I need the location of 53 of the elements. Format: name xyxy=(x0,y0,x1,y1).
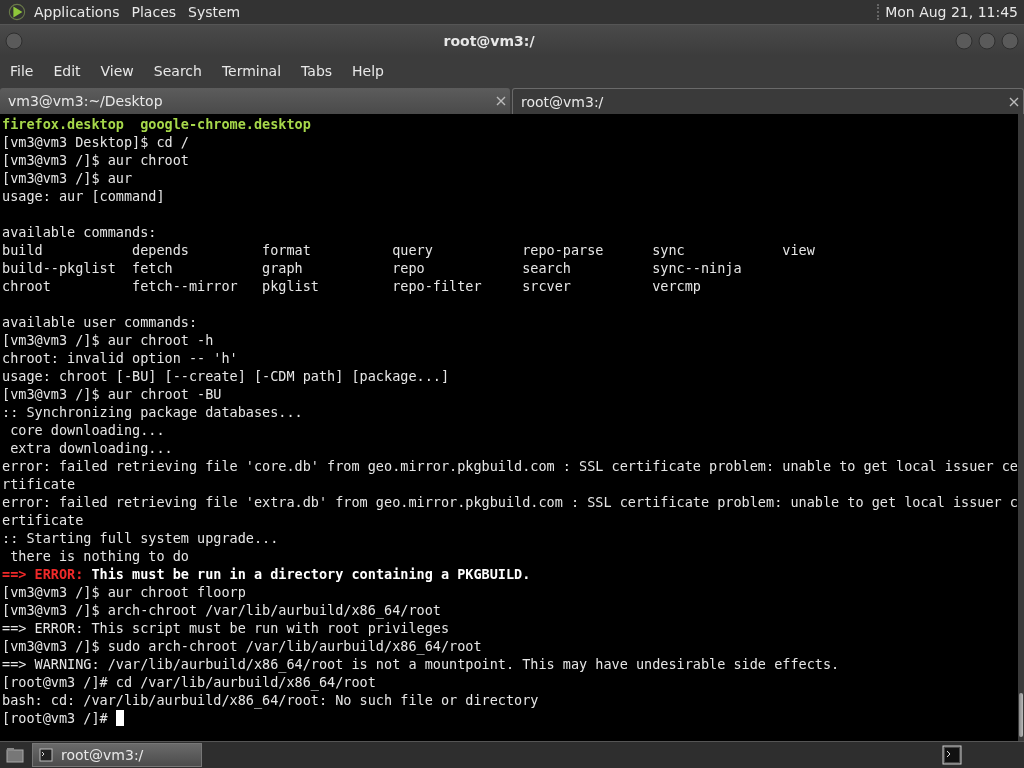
terminal-text: [vm3@vm3 /]$ aur chroot xyxy=(2,151,189,169)
menu-item[interactable]: Search xyxy=(153,63,202,79)
play-logo-icon[interactable] xyxy=(8,3,26,21)
terminal-text: :: Starting full system upgrade... xyxy=(2,529,279,547)
terminal-text: core downloading... xyxy=(9,421,165,439)
panel-menu[interactable]: Applications xyxy=(34,4,120,20)
show-desktop-icon[interactable] xyxy=(4,745,26,765)
tab[interactable]: root@vm3:/ xyxy=(512,88,1024,114)
terminal-text: firefox.desktop google-chrome.desktop xyxy=(2,115,311,133)
terminal-text: there is nothing to do xyxy=(9,547,189,565)
terminal-text: bash: cd: /var/lib/aurbuild/x86_64/root: No such file or directory xyxy=(2,691,539,709)
terminal-text: extra downloading... xyxy=(9,439,173,457)
panel-menu[interactable]: System xyxy=(188,4,241,20)
window-title: root@vm3:/ xyxy=(442,32,536,49)
menu-item[interactable]: File xyxy=(10,63,34,79)
terminal-text: ==> WARNING: /var/lib/aurbuild/x86_64/root is not a mountpoint. This may have undesirable side effects. xyxy=(2,655,840,673)
clock[interactable]: Mon Aug 21, 11:45 xyxy=(877,4,1018,20)
terminal-icon[interactable] xyxy=(942,745,962,765)
terminal-text: [root@vm3 /]# cd /var/lib/aurbuild/x86_64/root xyxy=(2,673,376,691)
menu-item[interactable]: Tabs xyxy=(301,63,333,79)
tab[interactable]: vm3@vm3:~/Desktop xyxy=(0,88,510,114)
terminal-text: [root@vm3 /]# xyxy=(2,709,109,727)
panel-menu[interactable]: Places xyxy=(131,4,177,20)
terminal-text: [vm3@vm3 /]$ aur chroot floorp xyxy=(2,583,246,601)
menu-item[interactable]: Edit xyxy=(53,63,81,79)
terminal-text: [vm3@vm3 /]$ aur chroot -BU xyxy=(2,385,222,403)
menu-item[interactable]: View xyxy=(100,63,134,79)
terminal-text: rtificate xyxy=(2,475,76,493)
terminal-text: error: failed retrieving file 'core.db' from geo.mirror.pkgbuild.com : SSL certificate problem: unable to get local issuer ce xyxy=(2,457,1018,475)
terminal-text: available commands: xyxy=(2,223,157,241)
terminal-text: ==> ERROR: xyxy=(2,565,84,583)
terminal-text: [vm3@vm3 /]$ aur xyxy=(2,169,133,187)
terminal-text: [vm3@vm3 /]$ sudo arch-chroot /var/lib/aurbuild/x86_64/root xyxy=(2,637,482,655)
menu-item[interactable]: Terminal xyxy=(221,63,282,79)
taskbar-button[interactable]: root@vm3:/ xyxy=(32,743,202,767)
terminal-text: available user commands: xyxy=(2,313,198,331)
terminal-text: :: Synchronizing package databases... xyxy=(2,403,303,421)
terminal-text: ==> ERROR: This script must be run with root privileges xyxy=(2,619,450,637)
terminal-text: usage: aur [command] xyxy=(2,187,165,205)
terminal-text: build depends format query repo-parse sync view xyxy=(2,241,815,259)
terminal-text: ertificate xyxy=(2,511,84,529)
scrollbar-thumb[interactable] xyxy=(1018,693,1023,737)
menu-item[interactable]: Help xyxy=(352,63,384,79)
terminal-text: build--pkglist fetch graph repo search sync--ninja xyxy=(2,259,742,277)
terminal-text: error: failed retrieving file 'extra.db' from geo.mirror.pkgbuild.com : SSL certificate problem: unable to get local issuer c xyxy=(2,493,1018,511)
terminal-text: [vm3@vm3 /]$ arch-chroot /var/lib/aurbuild/x86_64/root xyxy=(2,601,441,619)
terminal-text: [vm3@vm3 Desktop]$ cd / xyxy=(2,133,189,151)
terminal-icon xyxy=(39,748,53,762)
terminal-text: chroot fetch--mirror pkglist repo-filter srcver vercmp xyxy=(2,277,701,295)
terminal-text: [vm3@vm3 /]$ aur chroot -h xyxy=(2,331,214,349)
terminal-text: This must be run in a directory containing a PKGBUILD. xyxy=(90,565,531,583)
terminal-text: chroot: invalid option -- 'h' xyxy=(2,349,238,367)
terminal-text: usage: chroot [-BU] [--create] [-CDM path] [package...] xyxy=(2,367,450,385)
